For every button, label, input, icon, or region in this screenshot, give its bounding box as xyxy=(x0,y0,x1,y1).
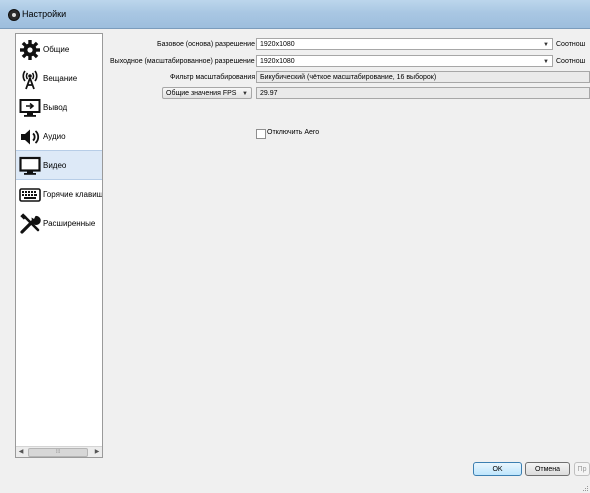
title-bar[interactable]: Настройки xyxy=(0,0,590,29)
sidebar-item-label: Горячие клавиши xyxy=(43,190,103,199)
monitor-icon xyxy=(19,156,41,175)
disable-aero-checkbox[interactable] xyxy=(256,129,266,139)
sidebar-item-audio[interactable]: Аудио xyxy=(16,122,102,150)
sidebar-item-video[interactable]: Видео xyxy=(16,150,102,180)
settings-window: Настройки Общие Вещание Вывод Аудио Виде… xyxy=(0,0,590,493)
apply-button[interactable]: Пр xyxy=(574,462,590,476)
output-monitor-icon xyxy=(19,99,41,117)
sidebar-item-label: Аудио xyxy=(43,132,66,141)
sidebar-item-hotkeys[interactable]: Горячие клавиши xyxy=(16,180,102,208)
scrollbar-grip-icon: ⁞⁞⁞ xyxy=(56,449,61,455)
fps-value: 29.97 xyxy=(260,90,278,97)
aspect-ratio-label: Соотнош xyxy=(556,58,586,65)
base-resolution-combo[interactable]: 1920x1080 ▼ xyxy=(256,38,553,50)
output-resolution-combo[interactable]: 1920x1080 ▼ xyxy=(256,55,553,67)
broadcast-antenna-icon xyxy=(22,70,38,90)
sidebar-item-label: Расширенные xyxy=(43,219,96,228)
scroll-right-icon[interactable]: ▶ xyxy=(92,447,102,457)
sidebar-item-label: Видео xyxy=(43,161,67,170)
resize-grip-icon[interactable] xyxy=(583,486,589,492)
sidebar-item-output[interactable]: Вывод xyxy=(16,93,102,121)
speaker-icon xyxy=(21,129,40,145)
sidebar-item-advanced[interactable]: Расширенные xyxy=(16,209,102,237)
sidebar-horizontal-scrollbar[interactable]: ◀ ⁞⁞⁞ ▶ xyxy=(16,446,102,457)
keyboard-icon xyxy=(19,188,41,202)
output-resolution-label: Выходное (масштабированное) разрешение xyxy=(110,58,255,65)
scale-filter-value: Бикубический (чёткое масштабирование, 16… xyxy=(260,74,437,81)
sidebar-item-label: Вещание xyxy=(43,74,78,83)
sidebar-item-label: Общие xyxy=(43,45,70,54)
ok-button[interactable]: OK xyxy=(473,462,522,476)
chevron-down-icon: ▼ xyxy=(543,59,549,65)
aspect-ratio-label: Соотнош xyxy=(556,41,586,48)
chevron-down-icon: ▼ xyxy=(543,42,549,48)
sidebar-item-label: Вывод xyxy=(43,103,68,112)
scale-filter-combo[interactable]: Бикубический (чёткое масштабирование, 16… xyxy=(256,71,590,83)
fps-type-value: Общие значения FPS xyxy=(166,90,237,97)
window-title: Настройки xyxy=(22,9,67,19)
settings-sidebar: Общие Вещание Вывод Аудио Видео Горячие … xyxy=(15,33,103,458)
sidebar-item-stream[interactable]: Вещание xyxy=(16,64,102,92)
output-resolution-value: 1920x1080 xyxy=(260,58,295,65)
base-resolution-value: 1920x1080 xyxy=(260,41,295,48)
chevron-down-icon: ▼ xyxy=(242,91,248,97)
base-resolution-label: Базовое (основа) разрешение xyxy=(157,41,255,48)
disable-aero-label: Отключить Aero xyxy=(267,129,320,136)
obs-app-icon xyxy=(8,9,20,21)
tools-icon xyxy=(20,213,41,234)
gear-icon xyxy=(20,40,40,60)
fps-type-combo[interactable]: Общие значения FPS ▼ xyxy=(162,87,252,99)
cancel-button[interactable]: Отмена xyxy=(525,462,570,476)
scroll-left-icon[interactable]: ◀ xyxy=(16,447,26,457)
sidebar-item-general[interactable]: Общие xyxy=(16,35,102,63)
scale-filter-label: Фильтр масштабирования xyxy=(170,74,256,81)
fps-value-combo[interactable]: 29.97 xyxy=(256,87,590,99)
